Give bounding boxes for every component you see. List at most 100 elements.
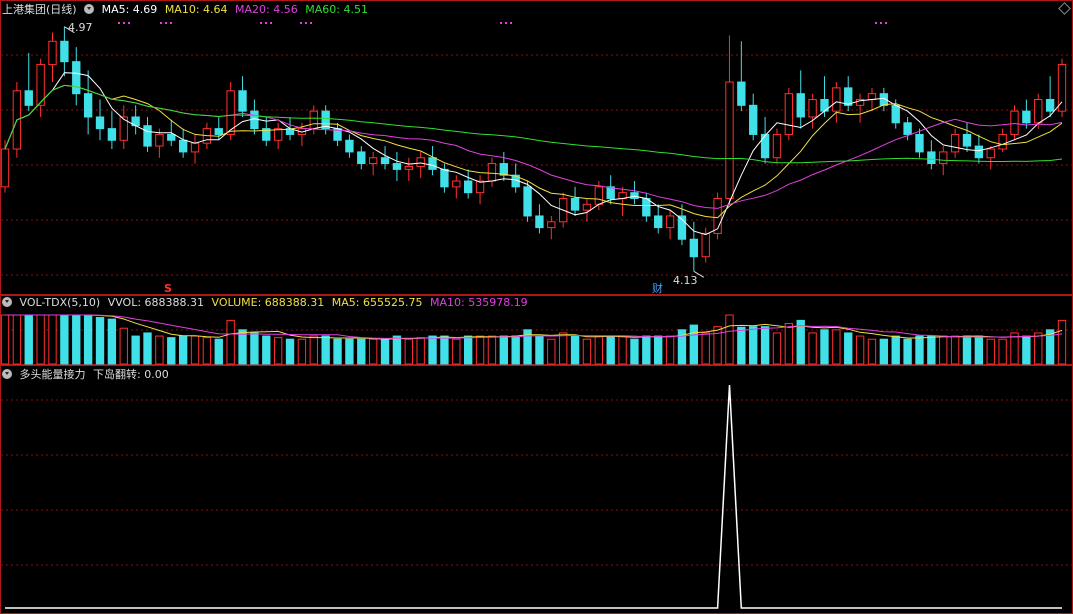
volume-bar [12,314,22,365]
volume-bar [321,335,330,365]
candle-body [547,221,556,229]
candle-body [452,180,461,188]
signal-dot [265,22,267,24]
signal-dot [500,22,502,24]
volume-bar [630,338,639,365]
volume-bar [570,335,580,365]
candle-body [428,157,437,170]
ma5-label: MA5: 4.69 [101,3,158,16]
candle-body [523,186,532,217]
volume-bar [998,338,1007,365]
volume-bar [701,332,710,365]
candle-body [701,232,710,258]
volume-bar [594,335,604,365]
volume-bar [867,338,877,365]
candle-body [891,104,900,124]
volume-bar [345,338,354,365]
panel-border [0,0,1073,295]
volume-bar [487,335,497,365]
volume-bar [452,338,461,365]
volume-bar [167,337,176,365]
volume-bar [155,335,164,365]
volume-bar [986,338,995,365]
volume-bar [903,338,912,365]
signal-chart[interactable] [5,384,1062,609]
volume-bar [915,335,924,365]
signal-dot [160,22,162,24]
candle-body [0,148,10,188]
candle-body [784,93,794,135]
candle-body [357,151,366,165]
candle-body [72,61,81,95]
candle-body [725,81,734,199]
candle-body [440,168,449,188]
candle-body [1045,99,1055,112]
candle-body [630,192,639,199]
candle-body [83,93,93,118]
volume-bar [950,335,960,365]
indicator-menu-icon[interactable] [84,4,95,14]
volume-bar [760,326,770,365]
candle-body [475,180,485,194]
volume-bar [974,335,984,365]
candle-body [903,122,912,135]
volume-bar [832,329,841,365]
signal-dot [505,22,507,24]
candle-body [1034,99,1043,124]
volume-bar [72,314,81,365]
volume-bar [440,335,449,365]
candle-body [927,151,936,165]
candle-body [143,125,152,147]
candle-body [939,151,948,165]
candle-body [642,197,651,217]
volume-bar [95,317,105,365]
candle-body [60,40,69,63]
candle-body [962,133,972,147]
volume-bar [309,335,318,365]
candle-body [582,203,592,211]
candle-body [499,163,508,176]
volume-bar [190,335,200,365]
volume-bar [1022,335,1031,365]
candle-body [404,165,413,170]
candle-body [167,133,176,141]
volume-label: VOLUME: 688388.31 [211,296,325,309]
candle-body [832,87,841,112]
volume-bar [642,335,651,365]
signal-menu-icon[interactable] [2,369,12,379]
candle-body [95,116,105,130]
candle-body [772,133,782,159]
candle-body [594,186,604,205]
volume-bar [808,332,817,365]
signal-dot [118,22,120,24]
signal-dot [260,22,262,24]
low-price-label: 4.13 [673,274,698,287]
volume-bar [855,335,865,365]
volume-bar [654,335,663,365]
volume-bar [535,335,544,365]
volume-bar [428,335,437,365]
volume-bar [107,318,117,365]
candle-body [178,139,188,153]
volume-bar [0,314,10,365]
island-reversal-label: 下岛翻转: 0.00 [93,368,169,381]
ma5-line [4,72,1063,236]
volume-bar [939,335,948,365]
volume-bar [357,338,366,365]
candle-body [238,90,247,112]
volume-bar [796,319,805,365]
volume-bar [250,332,259,365]
main-panel-header: 上港集团(日线) MA5: 4.69 MA10: 4.64 MA20: 4.56… [2,2,372,18]
volume-bar [725,314,734,365]
price-chart[interactable] [0,22,1067,278]
volume-bar [404,338,413,365]
volume-bar [737,326,746,365]
volume-chart[interactable] [0,314,1067,365]
volume-bar [962,335,972,365]
volume-bar [380,338,390,365]
vol-ma10-label: MA10: 535978.19 [429,296,528,309]
signal-dot [300,22,302,24]
candle-body [796,93,805,118]
candle-body [808,99,817,118]
volume-menu-icon[interactable] [2,297,12,307]
